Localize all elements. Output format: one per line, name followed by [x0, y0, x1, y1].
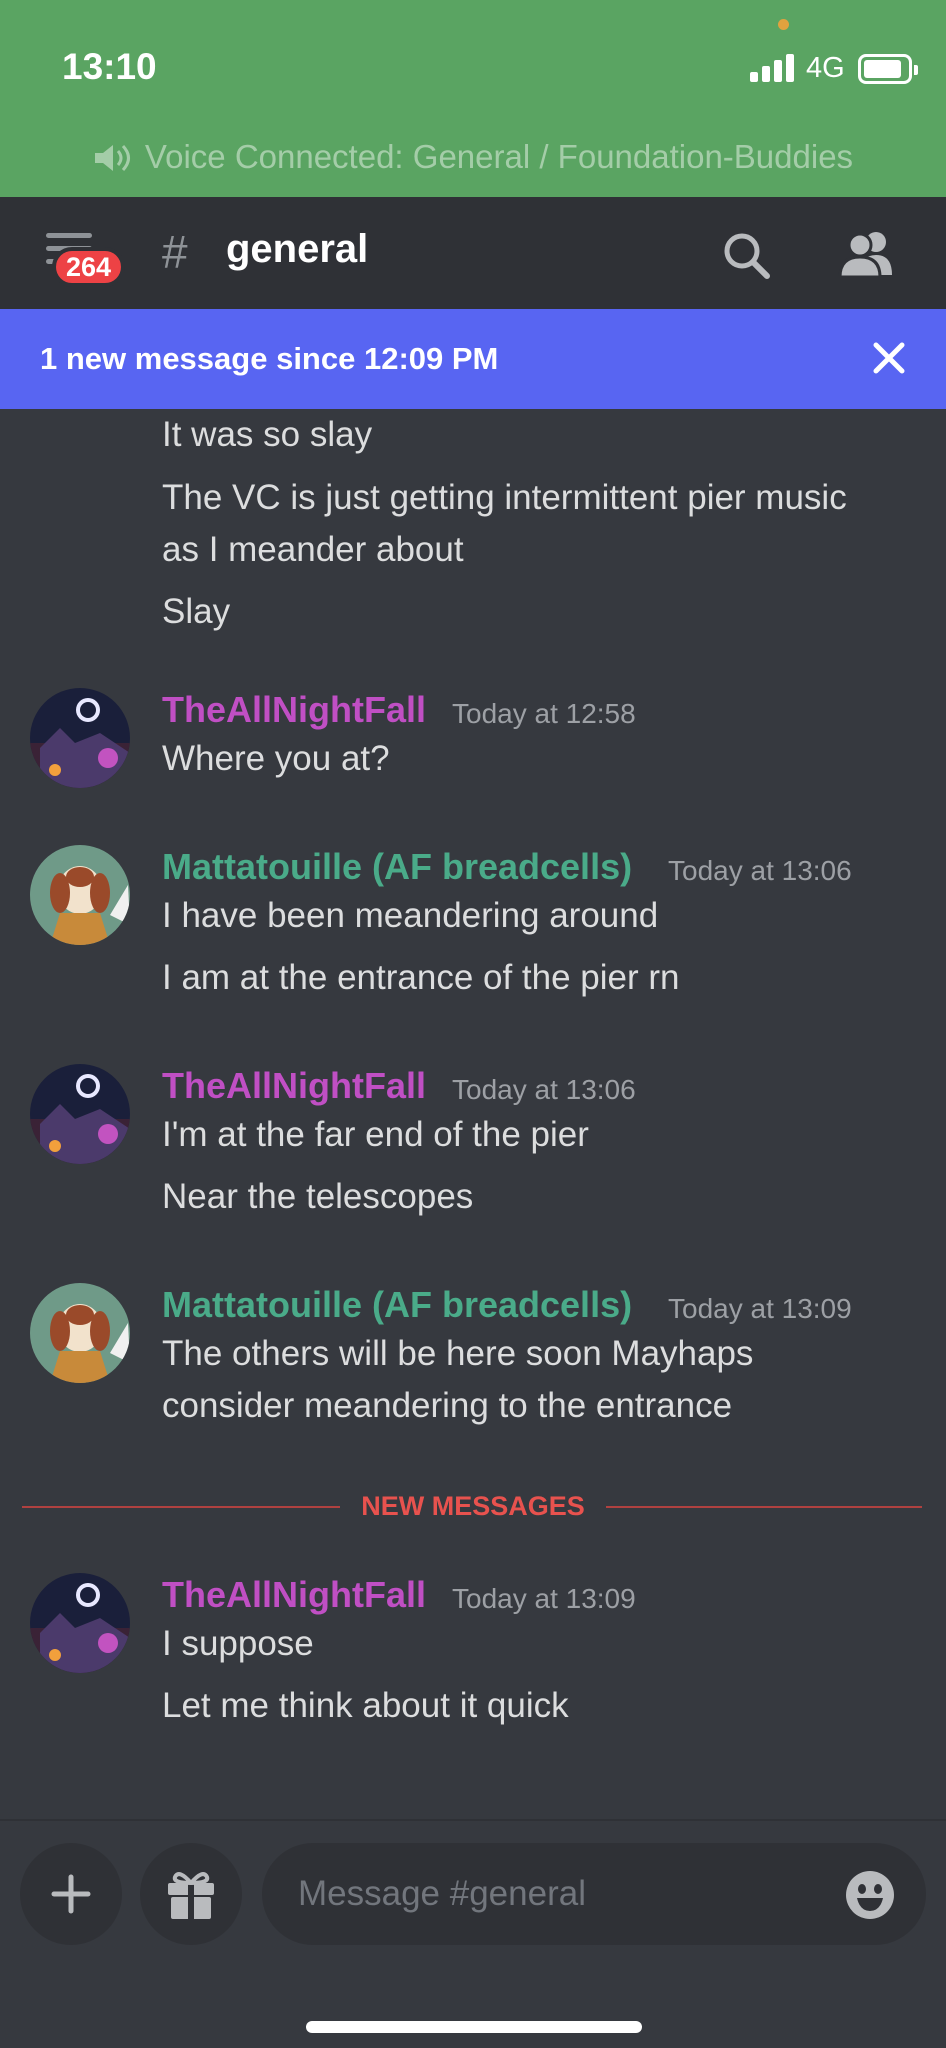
message-line: as I meander about — [162, 530, 464, 569]
home-indicator — [306, 2021, 642, 2033]
status-time: 13:10 — [62, 46, 157, 87]
network-type: 4G — [806, 52, 845, 84]
message-author[interactable]: Mattatouille (AF breadcells) — [162, 846, 632, 888]
avatar-mattatouille[interactable] — [30, 845, 130, 945]
members-icon[interactable] — [838, 229, 896, 279]
voice-connected-label: Voice Connected: General / Foundation-Bu… — [144, 138, 854, 175]
message-line: The others will be here soon Mayhaps — [162, 1334, 754, 1373]
message-line: I suppose — [162, 1624, 314, 1663]
channel-hash-icon: # — [162, 226, 188, 278]
new-message-banner[interactable]: 1 new message since 12:09 PM — [0, 309, 946, 409]
plus-icon — [51, 1874, 91, 1914]
message-line: consider meandering to the entrance — [162, 1386, 733, 1425]
avatar-theallnightfall[interactable] — [30, 1573, 130, 1673]
channel-title[interactable]: general — [226, 227, 368, 272]
message-author[interactable]: TheAllNightFall — [162, 1065, 426, 1107]
new-message-banner-text: 1 new message since 12:09 PM — [40, 341, 499, 376]
status-bar: 13:10 4G Voice Connected: General / Foun… — [0, 0, 946, 197]
message-author[interactable]: Mattatouille (AF breadcells) — [162, 1284, 632, 1326]
avatar-mattatouille[interactable] — [30, 1283, 130, 1383]
message-line: Let me think about it quick — [162, 1686, 569, 1725]
message-timestamp: Today at 13:09 — [452, 1583, 636, 1614]
channel-header: 264 # general — [0, 197, 946, 309]
message-timestamp: Today at 13:06 — [668, 855, 852, 886]
voice-connected-bar[interactable]: Voice Connected: General / Foundation-Bu… — [0, 138, 946, 176]
avatar-theallnightfall[interactable] — [30, 688, 130, 788]
battery-icon — [858, 54, 918, 84]
privacy-indicator-dot — [778, 19, 789, 30]
emoji-icon[interactable] — [844, 1869, 896, 1921]
message-author[interactable]: TheAllNightFall — [162, 689, 426, 731]
message-line: I am at the entrance of the pier rn — [162, 958, 680, 997]
message-line: Where you at? — [162, 739, 390, 778]
message-input-box[interactable] — [262, 1843, 926, 1945]
message-timestamp: Today at 12:58 — [452, 698, 636, 729]
gift-button[interactable] — [140, 1843, 242, 1945]
message-line: I have been meandering around — [162, 896, 659, 935]
speaker-icon — [94, 144, 130, 172]
message-line: The VC is just getting intermittent pier… — [162, 478, 847, 517]
cellular-signal-icon — [750, 52, 794, 82]
message-composer — [0, 1819, 946, 2048]
notification-badge: 264 — [52, 247, 126, 287]
close-icon[interactable] — [872, 341, 906, 375]
message-line: I'm at the far end of the pier — [162, 1115, 589, 1154]
gift-icon — [168, 1872, 214, 1919]
message-timestamp: Today at 13:06 — [452, 1074, 636, 1105]
message-line: Slay — [162, 592, 231, 631]
message-timestamp: Today at 13:09 — [668, 1293, 852, 1324]
new-messages-divider: NEW MESSAGES — [22, 1491, 922, 1521]
message-input[interactable] — [298, 1865, 838, 1923]
search-icon[interactable] — [722, 231, 772, 281]
avatar-theallnightfall[interactable] — [30, 1064, 130, 1164]
add-attachment-button[interactable] — [20, 1843, 122, 1945]
message-line: Near the telescopes — [162, 1177, 474, 1216]
new-messages-label: NEW MESSAGES — [361, 1491, 585, 1521]
message-list[interactable]: It was so slay The VC is just getting in… — [0, 409, 946, 1819]
message-line: It was so slay — [162, 415, 373, 454]
message-author[interactable]: TheAllNightFall — [162, 1574, 426, 1616]
